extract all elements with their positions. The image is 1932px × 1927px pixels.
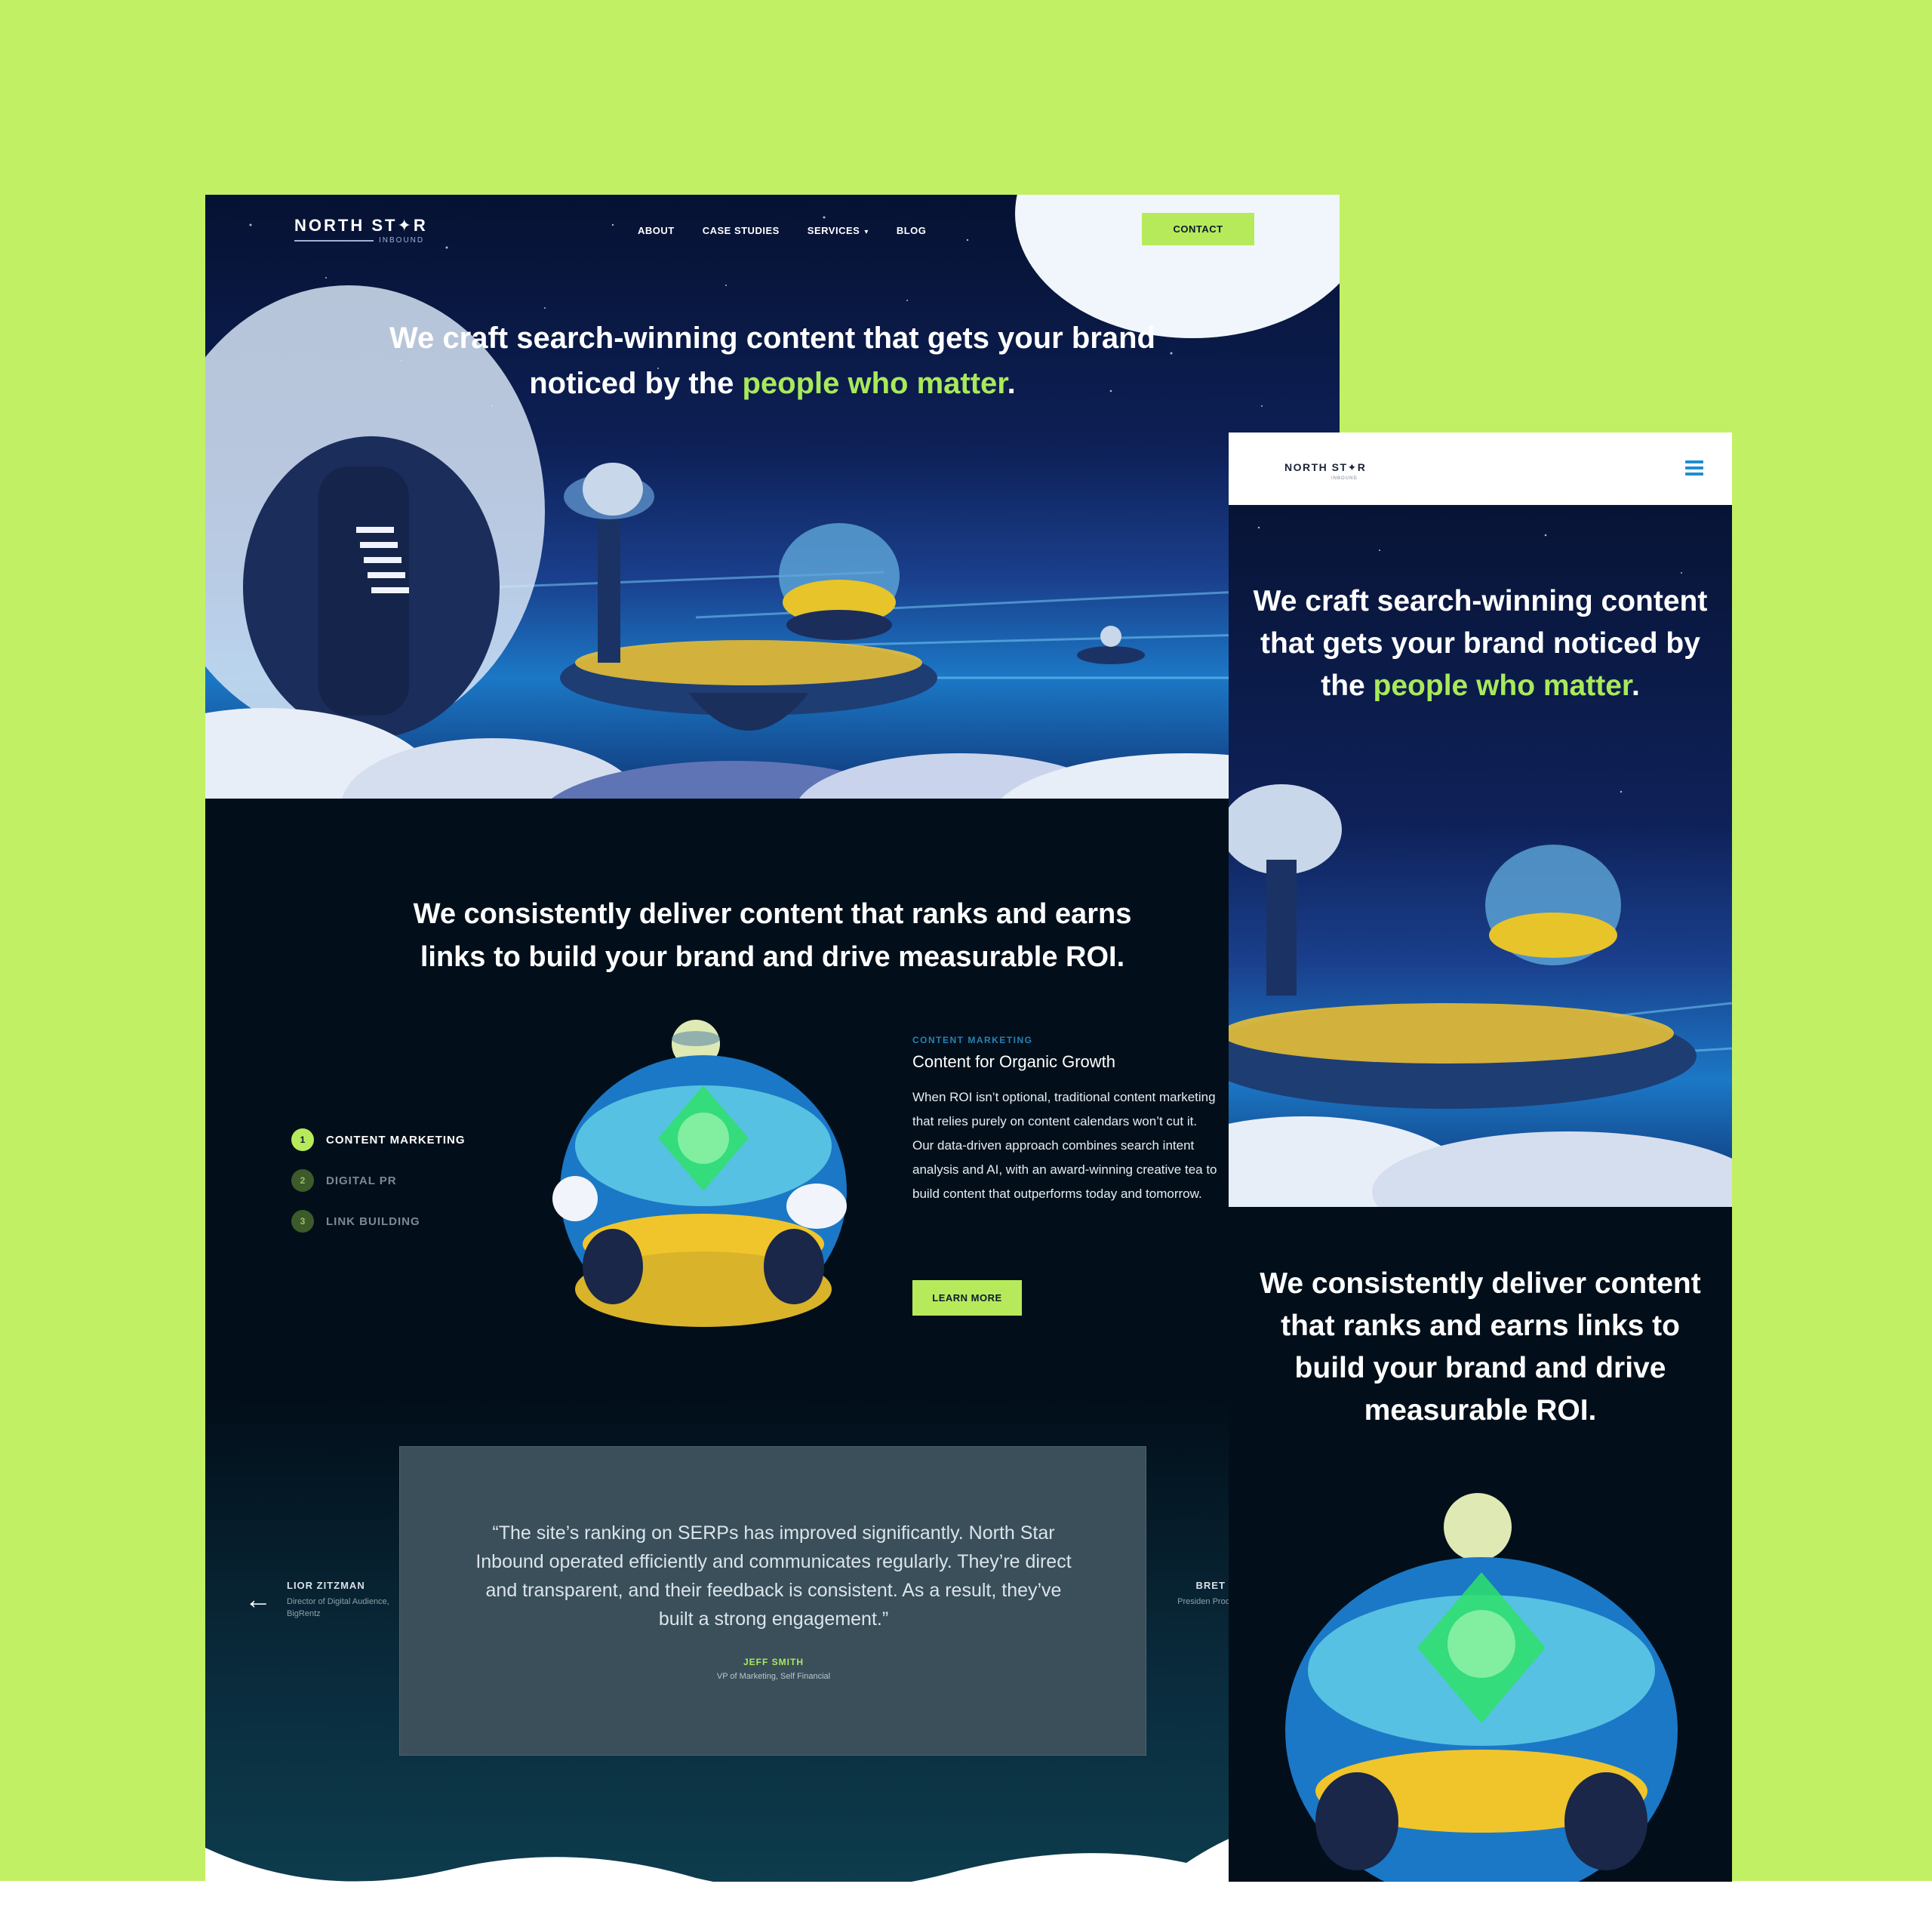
learn-more-button[interactable]: LEARN MORE	[912, 1280, 1022, 1316]
content-illustration	[552, 1020, 847, 1327]
prev-testimonial[interactable]: LIOR ZITZMAN Director of Digital Audienc…	[287, 1580, 392, 1620]
bottom-cloud-wave	[205, 1822, 1340, 1882]
mobile-mockup: NORTH ST✦R INBOUND We craft search-winni…	[1229, 432, 1732, 1882]
mobile-logo-subtext: INBOUND	[1331, 476, 1358, 481]
logo-underline	[294, 240, 374, 242]
prev-role: Director of Digital Audience, BigRentz	[287, 1597, 389, 1618]
hero-title-accent: people who matter	[742, 367, 1008, 400]
main-nav: NORTH ST✦R INBOUND ABOUT CASE STUDIES SE…	[205, 195, 1340, 270]
step-number: 2	[291, 1169, 314, 1192]
nav-case-studies[interactable]: CASE STUDIES	[703, 225, 780, 236]
logo[interactable]: NORTH ST✦R	[294, 216, 428, 235]
step-label: DIGITAL PR	[326, 1174, 397, 1187]
contact-button[interactable]: CONTACT	[1142, 213, 1254, 245]
content-heading: Content for Organic Growth	[912, 1052, 1116, 1071]
step-label: CONTENT MARKETING	[326, 1133, 466, 1147]
step-link-building[interactable]: 3 LINK BUILDING	[291, 1201, 466, 1242]
content-paragraph-2: Our data-driven approach combines search…	[912, 1138, 1217, 1201]
testimonial-role: VP of Marketing, Self Financial	[716, 1672, 831, 1681]
mobile-section-title: We consistently deliver content that ran…	[1260, 1267, 1701, 1427]
testimonial-card: “The site’s ranking on SERPs has improve…	[399, 1446, 1146, 1756]
logo-subtext: INBOUND	[379, 236, 425, 245]
nav-about[interactable]: ABOUT	[638, 225, 675, 236]
prev-name: LIOR ZITZMAN	[287, 1580, 365, 1591]
mobile-logo[interactable]: NORTH ST✦R	[1284, 461, 1366, 474]
bottom-white-strip	[0, 1881, 1932, 1927]
content-body: When ROI isn’t optional, traditional con…	[912, 1085, 1229, 1206]
content-paragraph-1: When ROI isn’t optional, traditional con…	[912, 1090, 1216, 1128]
hero-section: NORTH ST✦R INBOUND ABOUT CASE STUDIES SE…	[205, 195, 1340, 814]
mobile-hero-title-end: .	[1631, 670, 1640, 702]
chevron-down-icon: ▾	[864, 228, 869, 236]
step-number: 3	[291, 1210, 314, 1233]
nav-services[interactable]: SERVICES ▾	[808, 225, 869, 236]
testimonial-quote: “The site’s ranking on SERPs has improve…	[475, 1522, 1072, 1630]
mobile-hero: We craft search-winning content that get…	[1229, 505, 1732, 1207]
mobile-hero-title-accent: people who matter	[1373, 670, 1632, 702]
step-label: LINK BUILDING	[326, 1214, 420, 1228]
service-steps: 1 CONTENT MARKETING 2 DIGITAL PR 3 LINK …	[291, 1119, 466, 1242]
step-digital-pr[interactable]: 2 DIGITAL PR	[291, 1160, 466, 1201]
hamburger-menu-icon[interactable]	[1685, 460, 1703, 477]
testimonial-section: ← LIOR ZITZMAN Director of Digital Audie…	[205, 1402, 1340, 1882]
nav-blog[interactable]: BLOG	[897, 225, 927, 236]
desktop-mockup: NORTH ST✦R INBOUND ABOUT CASE STUDIES SE…	[205, 195, 1340, 1882]
testimonial-name: JEFF SMITH	[743, 1657, 804, 1667]
mobile-hero-title: We craft search-winning content that get…	[1244, 580, 1717, 707]
content-kicker: CONTENT MARKETING	[912, 1035, 1033, 1045]
nav-services-label: SERVICES	[807, 225, 860, 236]
step-number: 1	[291, 1128, 314, 1151]
section-title: We consistently deliver content that ran…	[413, 898, 1132, 973]
hero-title: We craft search-winning content that get…	[371, 316, 1174, 406]
mobile-content-illustration	[1285, 1493, 1678, 1882]
hero-title-end: .	[1007, 367, 1016, 400]
arrow-left-icon[interactable]: ←	[245, 1584, 272, 1615]
step-content-marketing[interactable]: 1 CONTENT MARKETING	[291, 1119, 466, 1160]
nav-links: ABOUT CASE STUDIES SERVICES ▾ BLOG	[638, 225, 926, 236]
mobile-header: NORTH ST✦R INBOUND	[1229, 432, 1732, 505]
